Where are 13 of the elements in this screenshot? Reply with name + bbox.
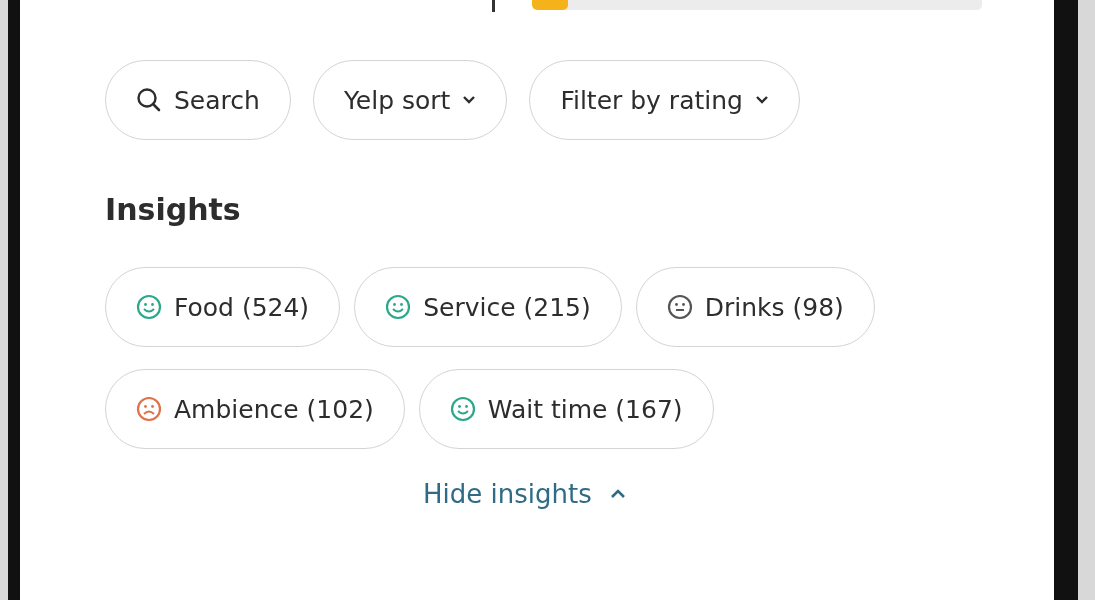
insight-chip[interactable]: Drinks (98) bbox=[635, 267, 875, 347]
insight-chip[interactable]: Wait time (167) bbox=[418, 369, 714, 449]
chevron-down-icon bbox=[462, 95, 477, 105]
insight-chip[interactable]: Service (215) bbox=[354, 267, 622, 347]
insight-chip[interactable]: Food (524) bbox=[105, 267, 341, 347]
search-icon bbox=[136, 87, 162, 113]
sort-dropdown[interactable]: Yelp sort bbox=[312, 60, 508, 140]
chevron-down-icon bbox=[754, 95, 769, 105]
search-button[interactable]: Search bbox=[105, 60, 291, 140]
insight-chip[interactable]: Ambience (102) bbox=[105, 369, 405, 449]
section-heading: Insights bbox=[105, 192, 241, 227]
rating-filter-dropdown[interactable]: Filter by rating bbox=[529, 60, 800, 140]
chevron-up-icon bbox=[609, 489, 626, 499]
